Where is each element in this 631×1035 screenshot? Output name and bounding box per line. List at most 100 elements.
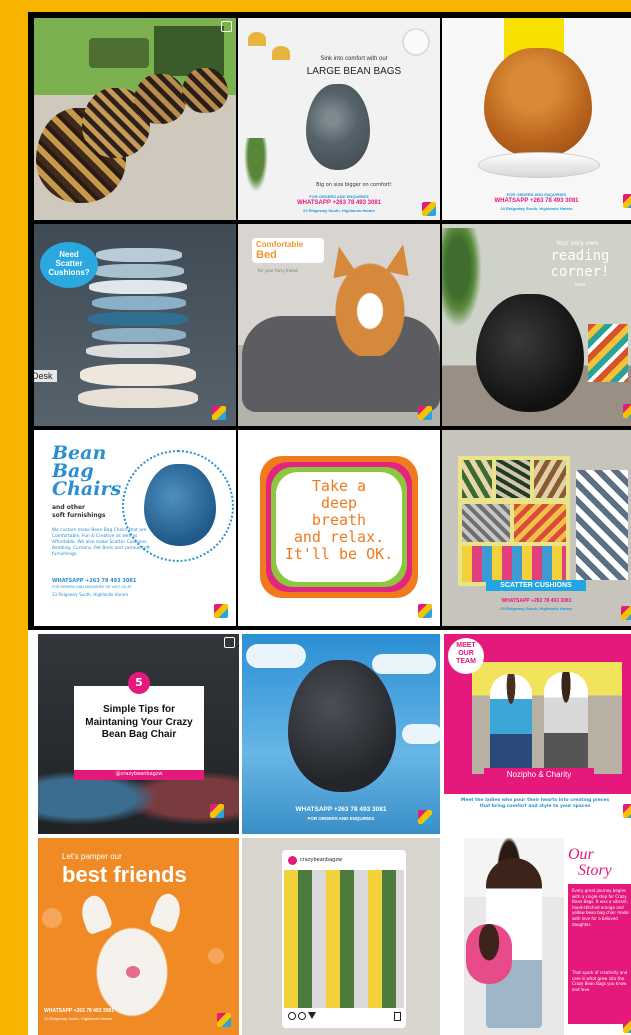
brand-logo xyxy=(418,406,432,420)
brand-logo xyxy=(422,202,436,216)
post-footer-whatsapp: WHATSAPP +263 78 493 3081 xyxy=(295,806,387,813)
brand-logo xyxy=(418,810,432,824)
post-deep-breath[interactable]: Take a deep breath and relax. It'll be O… xyxy=(238,430,440,626)
post-footer-orders: FOR ORDERS AND ENQUIRIES xyxy=(309,194,369,199)
post-scatter-cushions[interactable]: Need Scatter Cushions? Desk xyxy=(34,224,236,426)
bookmark-icon[interactable] xyxy=(394,1012,401,1021)
post-title: Bean Bag Chairs xyxy=(52,444,122,500)
brand-logo xyxy=(214,604,228,618)
post-pet-bed[interactable]: Comfortable Bed for your furry friend xyxy=(238,224,440,426)
cushion xyxy=(92,264,184,278)
dog-ear xyxy=(385,241,415,277)
brand-logo xyxy=(212,406,226,420)
post-subtext: Relax xyxy=(574,282,586,287)
team-names: Nozipho & Charity xyxy=(484,768,594,781)
bean-bag-image xyxy=(288,660,396,792)
brand-logo xyxy=(623,804,631,818)
post-handle: @crazybeanbagzw xyxy=(115,771,163,777)
dog-ear xyxy=(327,243,357,279)
cushion-pattern xyxy=(462,504,510,542)
headline-word: Bed xyxy=(256,249,277,261)
post-subtitle: soft furnishings xyxy=(52,512,106,519)
quote-line: and relax. xyxy=(293,528,385,546)
badge-word: TEAM xyxy=(456,658,476,665)
brand-logo xyxy=(621,606,631,620)
post-footer-address: 23 Ridgeway South, Highlands Harare xyxy=(500,206,573,211)
post-simple-tips[interactable]: 5 Simple Tips for Maintaning Your Crazy … xyxy=(38,634,239,834)
share-icon[interactable] xyxy=(308,1012,316,1019)
post-scatter-cushions-shelf[interactable]: SCATTER CUSHIONS WHATSAPP +263 78 493 30… xyxy=(442,430,631,626)
cushion-pattern xyxy=(576,470,628,580)
post-large-bean-bags[interactable]: Sink into comfort with our LARGE BEAN BA… xyxy=(238,18,440,220)
post-footer-whatsapp: WHATSAPP +263 78 493 3081 xyxy=(501,598,572,604)
instagram-username: crazybeanbagzw xyxy=(300,857,343,863)
post-sky-bean-bag[interactable]: WHATSAPP +263 78 493 3081 FOR ORDERS AND… xyxy=(242,634,440,834)
cloud xyxy=(246,644,306,668)
post-tagline: Big on size bigger on comfort! xyxy=(316,182,392,188)
brand-logo xyxy=(623,1019,631,1033)
tips-badge-number: 5 xyxy=(135,676,143,689)
person-1 xyxy=(490,674,532,774)
headline-word: Comfortable xyxy=(256,240,304,249)
post-title: Simple Tips for Maintaning Your Crazy Be… xyxy=(85,704,193,740)
post-footer-address: 23 Ridgeway South, Highlands Harare xyxy=(44,1016,113,1021)
cushion xyxy=(88,312,188,326)
instagram-photo xyxy=(284,870,404,1008)
display-pedestal xyxy=(478,152,600,178)
post-outdoor-bean-bags[interactable] xyxy=(34,18,236,220)
brand-logo xyxy=(210,804,224,818)
cushion-pattern xyxy=(514,504,566,542)
post-footer-address: 23 Ridgeway South, Highlands Harare xyxy=(52,592,129,597)
post-meet-our-team[interactable]: MEET OUR TEAM Nozipho & Charity Meet the… xyxy=(444,634,631,834)
cushion-pattern xyxy=(462,546,566,582)
quote-line: It'll be OK. xyxy=(284,545,394,563)
story-title: Story xyxy=(578,862,612,879)
post-orange-bean-bag[interactable]: FOR ORDERS AND ENQUIRIES WHATSAPP +263 7… xyxy=(442,18,631,220)
bean-bag-far xyxy=(182,68,228,113)
post-our-story[interactable]: Our Story Every great journey begins wit… xyxy=(444,838,631,1035)
story-paragraph: Every great journey begins with a single… xyxy=(572,888,629,927)
multi-image-icon xyxy=(221,21,232,32)
post-bean-bag-chairs[interactable]: Bean Bag Chairs and other soft furnishin… xyxy=(34,430,236,626)
comment-icon[interactable] xyxy=(298,1012,306,1020)
quote-line: deep xyxy=(320,494,358,512)
post-best-friends[interactable]: Let's pamper our best friends WHATSAPP +… xyxy=(38,838,239,1035)
post-subtext: for your furry friend xyxy=(258,268,298,273)
quote-line: breath xyxy=(311,511,367,529)
post-footer-orders: FOR ORDERS AND ENQUIRIES xyxy=(307,816,375,821)
desk-tooltip: Desk xyxy=(34,370,57,382)
bean-bag-image xyxy=(484,48,592,158)
post-headline: corner! xyxy=(550,264,610,280)
post-instagram-repost[interactable]: crazybeanbagzw xyxy=(242,838,440,1035)
person-2 xyxy=(544,672,588,774)
plant-icon xyxy=(442,228,482,328)
badge-word: MEET xyxy=(456,642,476,649)
brand-logo xyxy=(418,604,432,618)
title-word: Chairs xyxy=(52,478,122,500)
heart-icon[interactable] xyxy=(288,1012,296,1020)
post-headline-small: Your very own xyxy=(555,240,599,247)
cushion-pattern xyxy=(462,460,492,498)
cloud xyxy=(372,654,436,674)
bubble-text: Need Scatter Cushions? xyxy=(48,250,90,277)
bean-bag-image xyxy=(476,294,584,412)
post-footer-whatsapp: WHATSAPP +263 78 493 3081 xyxy=(52,578,137,584)
post-reading-corner[interactable]: Your very own reading corner! Relax xyxy=(442,224,631,426)
profile-avatar xyxy=(288,856,297,865)
cushion xyxy=(92,328,186,342)
post-footer-address: 23 Ridgeway South, Highlands Harare xyxy=(302,208,376,213)
cushion xyxy=(80,364,196,386)
post-headline-small: Sink into comfort with our xyxy=(320,56,388,62)
team-caption: Meet the ladies who pour their hearts in… xyxy=(460,798,610,809)
post-headline-small: Let's pamper our xyxy=(62,852,122,861)
multi-image-icon xyxy=(224,637,235,648)
cushion-pattern xyxy=(496,460,530,498)
top-post-grid: Sink into comfort with our LARGE BEAN BA… xyxy=(28,12,631,630)
paw-print-icon xyxy=(42,908,62,928)
story-paragraph: That spark of creativity and care is wha… xyxy=(572,970,628,992)
post-footer-orders: FOR ORDERS AND ENQUIRIES OR VISIT US AT xyxy=(52,585,132,589)
brand-logo xyxy=(623,404,631,418)
post-headline: Comfortable Bed xyxy=(252,238,324,263)
pendant-lamp-icon xyxy=(248,32,266,46)
chevron-cushion xyxy=(588,324,628,382)
